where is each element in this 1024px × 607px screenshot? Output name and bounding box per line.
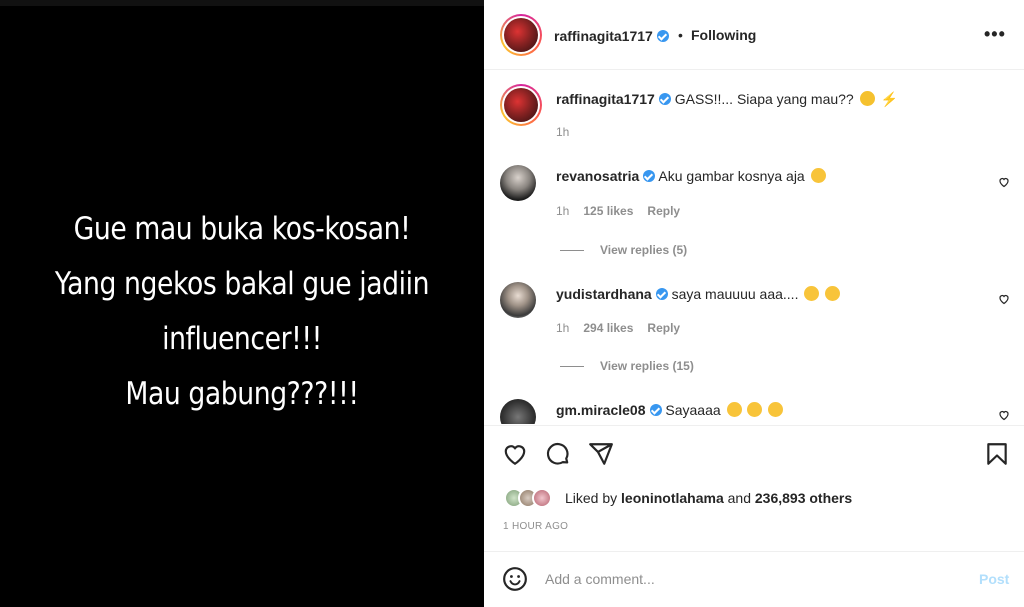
bookmark-icon[interactable] (984, 441, 1010, 467)
view-replies-button[interactable]: View replies (15) (560, 359, 694, 373)
tears-of-joy-emoji-icon (726, 402, 742, 417)
comment-username[interactable]: gm.miracle08 (556, 402, 646, 418)
verified-icon (643, 170, 656, 182)
caption-avatar[interactable] (500, 84, 542, 126)
caption-time: 1h (556, 125, 570, 139)
media-line: Gue mau buka kos-kosan! (73, 211, 411, 247)
comment-text: saya mauuuu aaa.... (671, 286, 799, 302)
verified-icon (658, 93, 671, 105)
heart-eyes-emoji-icon (825, 286, 841, 301)
media-line: Mau gabung???!!! (125, 376, 359, 412)
verified-icon (656, 30, 669, 42)
author-avatar[interactable] (500, 14, 542, 56)
comment-meta: 1h 125 likes Reply (556, 204, 680, 218)
tears-of-joy-emoji-icon (747, 402, 763, 417)
more-options-icon[interactable]: ••• (984, 24, 1006, 45)
author-username[interactable]: raffinagita1717 (554, 28, 669, 44)
likes-count[interactable]: 236,893 others (755, 490, 852, 506)
comment-likes[interactable]: 125 likes (583, 204, 633, 218)
laughing-emoji-icon (810, 168, 826, 183)
like-comment-icon[interactable] (998, 293, 1010, 305)
post-media: Gue mau buka kos-kosan! Yang ngekos baka… (0, 6, 484, 607)
caption: raffinagita1717 GASS!!... Siapa yang mau… (556, 91, 898, 108)
reply-button[interactable]: Reply (647, 321, 680, 335)
comment: yudistardhana saya mauuuu aaa.... (556, 286, 841, 302)
emoji-icon[interactable] (502, 566, 528, 592)
comment-time: 1h (556, 204, 570, 218)
comment-username[interactable]: revanosatria (556, 168, 639, 184)
comment: revanosatria Aku gambar kosnya aja (556, 168, 826, 184)
comment-icon[interactable] (545, 441, 571, 467)
media-text: Gue mau buka kos-kosan! Yang ngekos baka… (34, 202, 450, 422)
commenter-avatar[interactable] (500, 399, 536, 424)
share-icon[interactable] (588, 441, 614, 467)
following-button[interactable]: Following (691, 27, 756, 43)
commenter-avatar[interactable] (500, 165, 536, 201)
tears-of-joy-emoji-icon (768, 402, 784, 417)
comment-meta: 1h 294 likes Reply (556, 321, 680, 335)
caption-username[interactable]: raffinagita1717 (556, 91, 655, 107)
liked-by-user[interactable]: leoninotlahama (621, 490, 724, 506)
verified-icon (655, 288, 668, 300)
header-separator: • (678, 27, 683, 43)
verified-icon (649, 404, 662, 416)
actions-divider (484, 425, 1024, 426)
view-replies-button[interactable]: View replies (5) (560, 243, 687, 257)
heart-eyes-emoji-icon (804, 286, 820, 301)
like-comment-icon[interactable] (998, 409, 1010, 421)
post-side-panel: raffinagita1717 • Following ••• raffinag… (484, 0, 1024, 607)
comment-clip: gm.miracle08 Sayaaaa (484, 396, 1024, 424)
like-comment-icon[interactable] (998, 176, 1010, 188)
comment-time: 1h (556, 321, 570, 335)
post-button[interactable]: Post (979, 571, 1009, 587)
post-timestamp[interactable]: 1 HOUR AGO (503, 521, 568, 532)
caption-text: GASS!!... Siapa yang mau?? (674, 91, 854, 107)
comment-input[interactable]: Add a comment... (545, 571, 655, 587)
liked-by-text: Liked by leoninotlahama and 236,893 othe… (565, 490, 853, 506)
lightning-emoji-icon: ⚡ (880, 91, 898, 107)
heart-icon[interactable] (502, 441, 528, 467)
comment: gm.miracle08 Sayaaaa (556, 402, 784, 418)
comment-box-divider (484, 551, 1024, 552)
commenter-avatar[interactable] (500, 282, 536, 318)
fist-emoji-icon (859, 91, 875, 106)
comment-likes[interactable]: 294 likes (583, 321, 633, 335)
reply-button[interactable]: Reply (647, 204, 680, 218)
media-line: Yang ngekos bakal gue jadiin (54, 266, 430, 302)
comment-text: Sayaaaa (665, 402, 721, 418)
media-line: influencer!!! (162, 321, 322, 357)
comment-text: Aku gambar kosnya aja (658, 168, 805, 184)
liked-by-avatars (504, 488, 564, 508)
header-divider (484, 69, 1024, 70)
comment-username[interactable]: yudistardhana (556, 286, 652, 302)
